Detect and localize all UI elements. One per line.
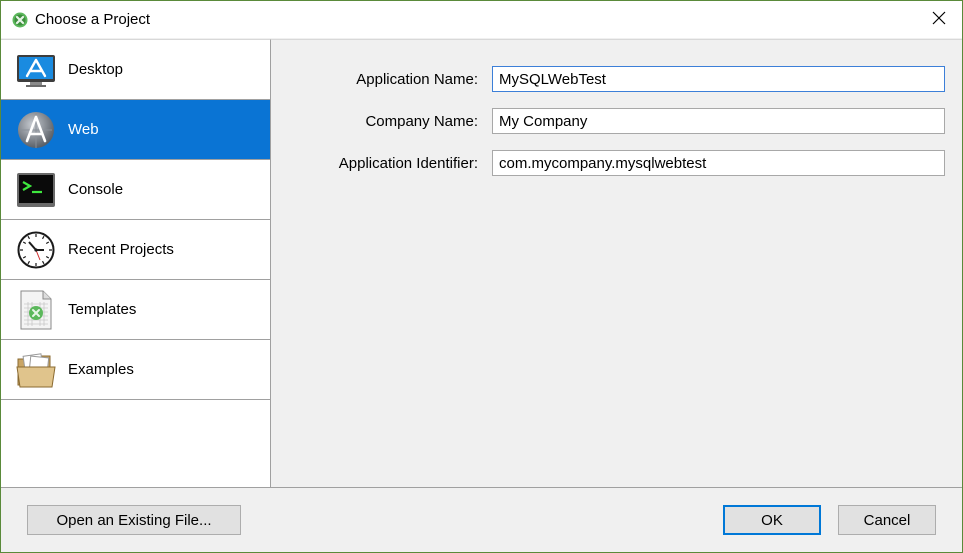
app-identifier-row: Application Identifier: bbox=[271, 150, 962, 178]
dialog-footer: Open an Existing File... OK Cancel bbox=[1, 487, 962, 552]
sidebar-item-label: Examples bbox=[68, 361, 134, 378]
sidebar-item-templates[interactable]: Templates bbox=[1, 280, 270, 340]
sidebar-item-label: Recent Projects bbox=[68, 241, 174, 258]
company-name-row: Company Name: bbox=[271, 108, 962, 136]
app-name-input[interactable] bbox=[492, 66, 945, 92]
ok-button[interactable]: OK bbox=[723, 505, 821, 535]
web-icon bbox=[16, 110, 56, 150]
choose-project-dialog: Choose a Project Desktop Web Console Rec… bbox=[0, 0, 963, 553]
sidebar-item-console[interactable]: Console bbox=[1, 160, 270, 220]
sidebar-item-label: Console bbox=[68, 181, 124, 198]
sidebar-item-recent-projects[interactable]: Recent Projects bbox=[1, 220, 270, 280]
app-name-row: Application Name: bbox=[271, 66, 962, 94]
project-type-sidebar: Desktop Web Console Recent Projects Temp… bbox=[1, 39, 271, 488]
sidebar-item-label: Templates bbox=[68, 301, 137, 318]
sidebar-item-examples[interactable]: Examples bbox=[1, 340, 270, 400]
app-logo-icon bbox=[12, 12, 28, 28]
app-name-label: Application Name: bbox=[356, 71, 478, 88]
app-identifier-input[interactable] bbox=[492, 150, 945, 176]
company-name-input[interactable] bbox=[492, 108, 945, 134]
cancel-button[interactable]: Cancel bbox=[838, 505, 936, 535]
sidebar-item-web[interactable]: Web bbox=[1, 100, 270, 160]
close-button[interactable] bbox=[916, 1, 962, 38]
app-identifier-label: Application Identifier: bbox=[338, 155, 478, 172]
console-icon bbox=[16, 170, 56, 210]
folder-icon bbox=[16, 350, 56, 390]
title-bar: Choose a Project bbox=[1, 1, 962, 38]
template-icon bbox=[16, 290, 56, 330]
open-existing-file-button[interactable]: Open an Existing File... bbox=[27, 505, 241, 535]
clock-icon bbox=[16, 230, 56, 270]
company-name-label: Company Name: bbox=[365, 113, 478, 130]
close-icon bbox=[932, 11, 946, 29]
sidebar-item-desktop[interactable]: Desktop bbox=[1, 40, 270, 100]
project-details-panel: Application Name: Company Name: Applicat… bbox=[271, 39, 962, 488]
sidebar-item-label: Web bbox=[68, 121, 99, 138]
sidebar-item-label: Desktop bbox=[68, 61, 124, 78]
desktop-icon bbox=[16, 50, 56, 90]
window-title: Choose a Project bbox=[35, 11, 151, 28]
